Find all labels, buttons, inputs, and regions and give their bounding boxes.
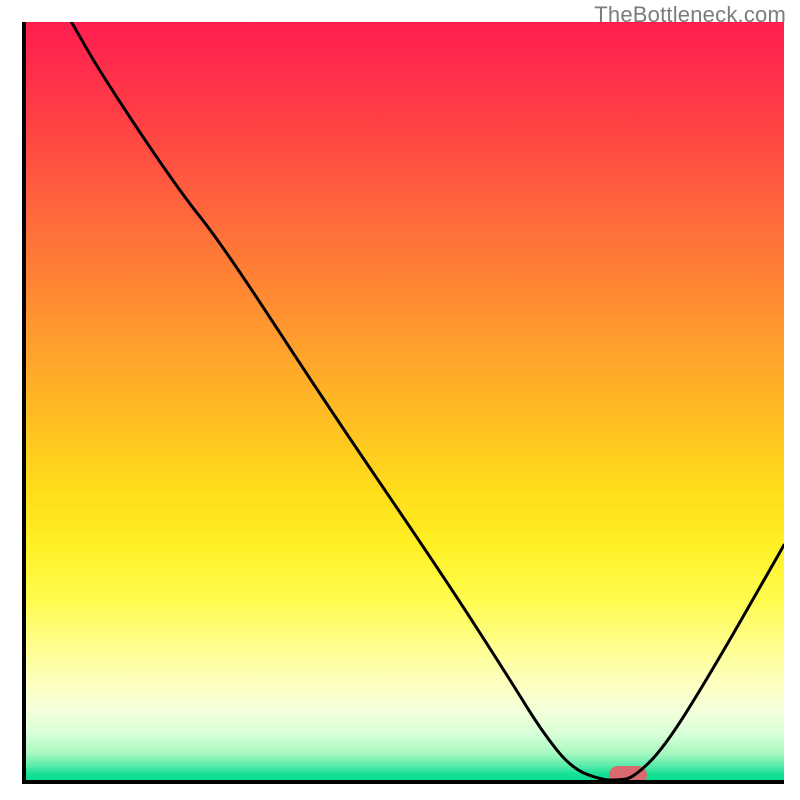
chart-container: TheBottleneck.com [0,0,800,800]
curve-path [71,22,784,780]
bottleneck-curve [26,22,784,780]
plot-area [22,22,784,784]
